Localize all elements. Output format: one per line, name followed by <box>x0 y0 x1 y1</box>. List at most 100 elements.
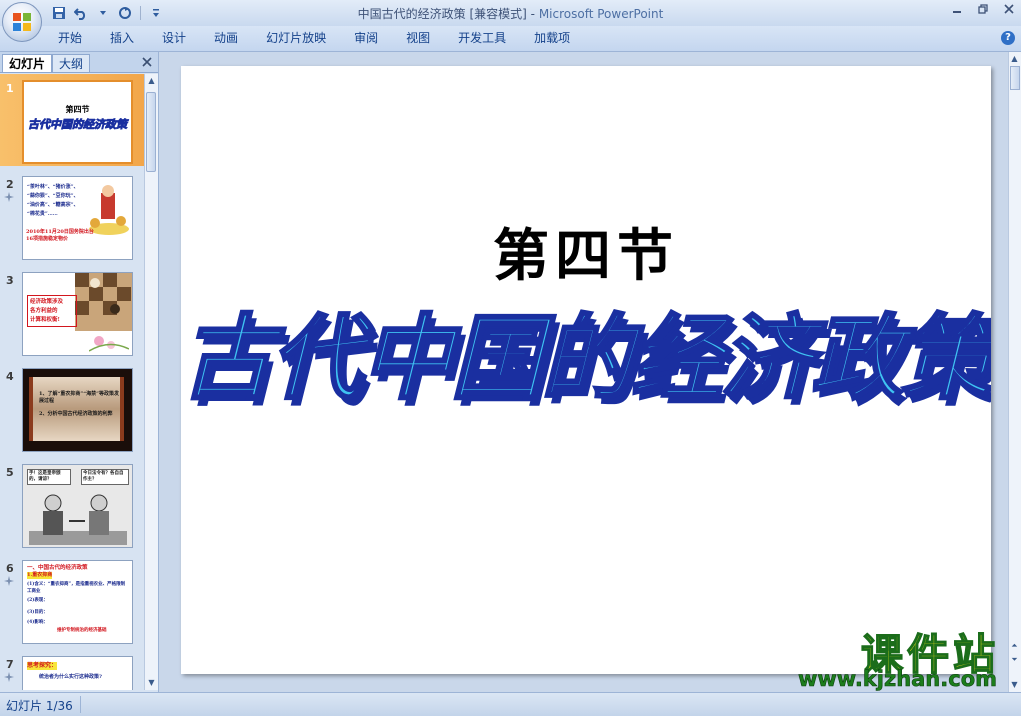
pane-close-icon[interactable] <box>140 55 154 69</box>
status-separator <box>80 696 81 713</box>
slide-title[interactable]: 第四节 <box>181 211 991 292</box>
thumb-6-line-7: 维护专制统治的经济基础 <box>57 628 107 633</box>
slide-thumbnail-7[interactable]: 思考探究： 统治者为什么实行这种政策? <box>22 656 133 690</box>
slide-editor: 第四节 古代中国的经济政策 <box>159 52 1009 692</box>
office-button[interactable] <box>2 2 42 42</box>
thumb-5-bubble-1: 手！这是皇帝颁的，请谅？ <box>27 469 71 485</box>
thumb-2-caption: 2010年11月20日国务院出台16项措施稳定物价 <box>26 229 94 242</box>
thumbnail-row-2[interactable]: 2 “茶叶林”、“猪价涨”、 “蒜你狠”、“豆你玩”、 “油价高”、“糖高宗”、… <box>0 170 144 262</box>
tab-outline[interactable]: 大纲 <box>52 54 91 72</box>
current-slide[interactable]: 第四节 古代中国的经济政策 <box>181 66 991 674</box>
restore-icon[interactable] <box>977 3 989 15</box>
thumb-7-line-2: 统治者为什么实行这种政策? <box>39 674 102 680</box>
thumb-6-line-2: 1.重农抑商 <box>27 572 53 579</box>
thumb-4-line-1: 1、了解“重农抑商”“海禁”等政策发展过程 <box>39 391 119 404</box>
title-bar: 中国古代的经济政策 [兼容模式] - Microsoft PowerPoint <box>0 0 1021 42</box>
thumbnail-row-6[interactable]: 6 一、中国古代的经济政策 1.重农抑商 (1)含义：“重农抑商”，是指重视农业… <box>0 554 144 646</box>
watermark: 课件站 www.kjzhan.com <box>759 621 999 691</box>
thumb-3-text-box: 经济政策涉及 各方利益的 计算和权衡! <box>27 295 77 327</box>
document-title: 中国古代的经济政策 [兼容模式] <box>357 7 527 21</box>
scroll-down-arrow-icon[interactable]: ▼ <box>146 677 157 689</box>
tab-slides[interactable]: 幻灯片 <box>2 54 53 72</box>
ribbon-tab[interactable]: 幻灯片放映 <box>252 26 340 51</box>
thumbnail-row-7[interactable]: 7 思考探究： 统治者为什么实行这种政策? <box>0 650 144 690</box>
thumb-3-line-2: 各方利益的 <box>30 308 58 314</box>
ribbon-tab[interactable]: 开发工具 <box>444 26 520 51</box>
slide-number: 7 <box>6 658 14 671</box>
slide-indicator: 幻灯片 1/36 <box>6 699 73 713</box>
window-controls <box>951 3 1015 15</box>
scrollbar-thumb[interactable] <box>146 92 156 172</box>
slide-thumbnail-2[interactable]: “茶叶林”、“猪价涨”、 “蒜你狠”、“豆你玩”、 “油价高”、“糖高宗”、 “… <box>22 176 133 260</box>
close-icon[interactable] <box>1003 3 1015 15</box>
title-separator: - <box>526 7 539 21</box>
help-icon[interactable]: ? <box>1001 31 1015 45</box>
ribbon-tabs: 开始 插入 设计 动画 幻灯片放映 审阅 视图 开发工具 加载项 <box>44 26 584 51</box>
thumb-6-line-5: (3)目的： <box>27 610 48 615</box>
slide-number: 4 <box>6 370 14 383</box>
slide-number: 1 <box>6 82 14 95</box>
thumb-2-line-2: “蒜你狠”、“豆你玩”、 <box>27 193 79 199</box>
window-title: 中国古代的经济政策 [兼容模式] - Microsoft PowerPoint <box>0 5 1021 22</box>
thumb-1-subtitle: 古代中国的经济政策 <box>28 118 128 132</box>
pane-tabs: 幻灯片 大纲 <box>0 52 158 73</box>
thumb-6-line-1: 一、中国古代的经济政策 <box>27 565 88 571</box>
thumb-6-line-4: (2)表现： <box>27 598 48 603</box>
app-name: Microsoft PowerPoint <box>538 7 664 21</box>
slide-thumbnail-5[interactable]: 手！这是皇帝颁的，请谅？ 今日法令有？各自自作主？ <box>22 464 133 548</box>
ribbon-tabs-bar: 开始 插入 设计 动画 幻灯片放映 审阅 视图 开发工具 加载项 ? <box>0 26 1021 52</box>
thumb-6-line-6: (4)影响： <box>27 620 48 625</box>
thumbnail-row-4[interactable]: 4 1、了解“重农抑商”“海禁”等政策发展过程 2、分析中国古代经济政策的利弊 <box>0 362 144 454</box>
scroll-up-arrow-icon[interactable]: ▲ <box>146 75 157 87</box>
ribbon-tab[interactable]: 开始 <box>44 26 96 51</box>
ribbon-tab[interactable]: 视图 <box>392 26 444 51</box>
slide-number: 6 <box>6 562 14 575</box>
slides-pane: 幻灯片 大纲 1 第四节 古代中国的经济政策 2 “茶叶林”、“猪价涨”、 “蒜… <box>0 52 159 692</box>
thumb-7-line-1: 思考探究： <box>27 662 58 670</box>
animation-star-icon <box>4 192 14 202</box>
thumb-2-line-4: “棉花贵”…… <box>27 211 58 217</box>
slide-thumbnail-3[interactable]: 经济政策涉及 各方利益的 计算和权衡! <box>22 272 133 356</box>
thumb-4-scroll-image: 1、了解“重农抑商”“海禁”等政策发展过程 2、分析中国古代经济政策的利弊 <box>29 377 124 441</box>
watermark-url: www.kjzhan.com <box>797 667 998 692</box>
thumbnail-row-5[interactable]: 5 手！这是皇帝颁的，请谅？ 今日法令有？各自自作主？ <box>0 458 144 550</box>
scrollbar-thumb[interactable] <box>1010 66 1020 90</box>
slide-thumbnail-6[interactable]: 一、中国古代的经济政策 1.重农抑商 (1)含义：“重农抑商”，是指重视农业、严… <box>22 560 133 644</box>
slide-number: 3 <box>6 274 14 287</box>
thumb-2-line-1: “茶叶林”、“猪价涨”、 <box>27 184 79 190</box>
thumb-2-line-3: “油价高”、“糖高宗”、 <box>27 202 79 208</box>
thumbnail-row-3[interactable]: 3 经济政策涉及 各方利益的 计算和权衡! <box>0 266 144 358</box>
thumbnails-scrollbar[interactable]: ▲ ▼ <box>144 74 158 690</box>
slide-thumbnail-1[interactable]: 第四节 古代中国的经济政策 <box>22 80 133 164</box>
thumb-3-flower-decor-icon <box>89 336 129 352</box>
minimize-icon[interactable] <box>951 3 963 15</box>
previous-slide-icon[interactable]: ⏶ <box>1009 640 1020 652</box>
slide-subtitle[interactable]: 古代中国的经济政策 <box>181 284 991 417</box>
slide-number: 5 <box>6 466 14 479</box>
thumb-1-title: 第四节 <box>65 104 90 114</box>
thumb-3-line-1: 经济政策涉及 <box>30 299 64 305</box>
office-logo-icon <box>13 13 31 31</box>
ribbon-tab[interactable]: 加载项 <box>520 26 584 51</box>
thumb-3-line-3: 计算和权衡! <box>30 317 60 323</box>
slide-thumbnail-4[interactable]: 1、了解“重农抑商”“海禁”等政策发展过程 2、分析中国古代经济政策的利弊 <box>22 368 133 452</box>
animation-star-icon <box>4 672 14 682</box>
slide-thumbnails: 1 第四节 古代中国的经济政策 2 “茶叶林”、“猪价涨”、 “蒜你狠”、“豆你… <box>0 74 144 690</box>
ribbon-tab[interactable]: 插入 <box>96 26 148 51</box>
thumb-3-chessboard-image <box>75 273 132 331</box>
thumb-5-cartoon-image <box>29 494 127 545</box>
thumb-6-line-3: (1)含义：“重农抑商”，是指重视农业、严格限制工商业 <box>27 582 126 594</box>
slide-editor-scrollbar[interactable]: ▲ ⏶ ⏷ ▼ <box>1008 52 1021 692</box>
scroll-up-arrow-icon[interactable]: ▲ <box>1009 53 1020 65</box>
thumb-5-bubble-2: 今日法令有？各自自作主？ <box>81 469 129 485</box>
thumb-4-line-2: 2、分析中国古代经济政策的利弊 <box>39 411 113 417</box>
animation-star-icon <box>4 576 14 586</box>
thumbnail-row-1[interactable]: 1 第四节 古代中国的经济政策 <box>0 74 144 166</box>
next-slide-icon[interactable]: ⏷ <box>1009 654 1020 666</box>
ribbon-tab[interactable]: 审阅 <box>340 26 392 51</box>
status-bar: 幻灯片 1/36 <box>0 692 1021 716</box>
ribbon-tab[interactable]: 动画 <box>200 26 252 51</box>
slide-number: 2 <box>6 178 14 191</box>
scroll-down-arrow-icon[interactable]: ▼ <box>1009 679 1020 691</box>
ribbon-tab[interactable]: 设计 <box>148 26 200 51</box>
